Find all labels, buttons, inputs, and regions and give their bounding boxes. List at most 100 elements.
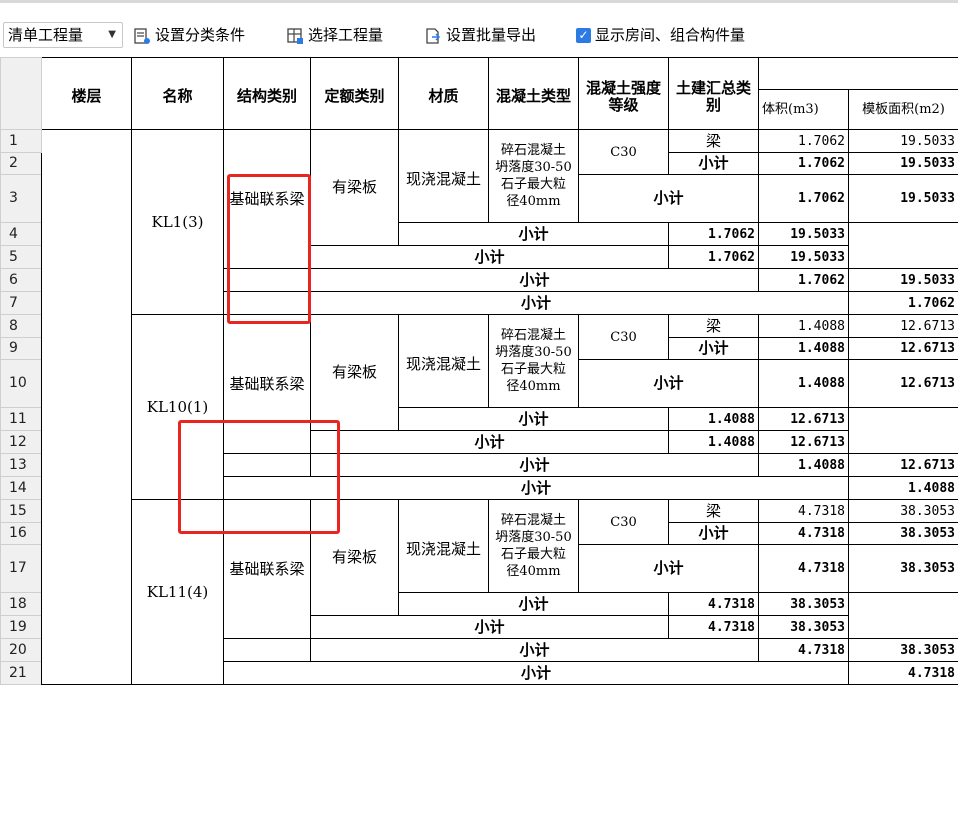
cell-summary-type[interactable]: 梁 xyxy=(668,499,759,523)
cell-subtotal-label[interactable]: 小计 xyxy=(310,453,759,477)
cell-concrete-type[interactable]: 碎石混凝土 坍落度30-50 石子最大粒径40mm xyxy=(488,314,579,408)
cell-subtotal-label[interactable]: 小计 xyxy=(310,268,759,292)
cell-volume[interactable]: 4.7318 xyxy=(758,499,849,523)
cell-name[interactable]: KL11(4) xyxy=(131,499,224,685)
cell-formwork[interactable]: 38.3053 xyxy=(848,638,958,662)
cell-subtotal-label[interactable]: 小计 xyxy=(578,359,759,408)
cell-volume[interactable]: 1.7062 xyxy=(758,268,849,292)
cell-name[interactable]: KL10(1) xyxy=(131,314,224,500)
cell-volume[interactable]: 1.7062 xyxy=(668,222,759,246)
cell-volume[interactable]: 4.7318 xyxy=(758,638,849,662)
cell-volume[interactable]: 4.7318 xyxy=(668,592,759,616)
show-rooms-checkbox[interactable]: ✓ 显示房间、组合构件量 xyxy=(576,22,745,48)
cell-concrete-grade[interactable]: C30 xyxy=(578,499,669,545)
cell-volume[interactable]: 1.4088 xyxy=(758,453,849,477)
cell-formwork[interactable]: 19.5033 xyxy=(848,129,958,153)
cell-struct-type[interactable]: 基础联系梁 xyxy=(223,314,311,454)
cell-subtotal-label[interactable]: 小计 xyxy=(578,544,759,593)
cell-subtotal-label[interactable]: 小计 xyxy=(223,661,849,685)
col-header-struct-type[interactable]: 结构类别 xyxy=(223,57,311,130)
cell-summary-type[interactable]: 梁 xyxy=(668,314,759,338)
cell-subtotal-label[interactable]: 小计 xyxy=(668,152,759,175)
batch-export-button[interactable]: 设置批量导出 xyxy=(424,22,536,48)
col-header-floor[interactable]: 楼层 xyxy=(41,57,132,130)
cell-volume[interactable]: 4.7318 xyxy=(758,522,849,545)
cell-formwork[interactable]: 19.5033 xyxy=(758,222,849,246)
cell-material[interactable]: 现浇混凝土 xyxy=(398,314,489,408)
cell-subtotal-label[interactable]: 小计 xyxy=(310,430,669,454)
cell-formwork[interactable]: 12.6713 xyxy=(848,337,958,360)
cell-struct-type[interactable]: 基础联系梁 xyxy=(223,129,311,269)
cell-material[interactable]: 现浇混凝土 xyxy=(398,129,489,223)
cell-subtotal-label[interactable]: 小计 xyxy=(668,337,759,360)
cell-struct-type-empty[interactable] xyxy=(223,638,311,662)
cell-volume[interactable]: 1.4088 xyxy=(668,430,759,454)
col-header-name[interactable]: 名称 xyxy=(131,57,224,130)
cell-struct-type-empty[interactable] xyxy=(223,268,311,292)
cell-subtotal-label[interactable]: 小计 xyxy=(310,615,669,639)
cell-formwork[interactable]: 38.3053 xyxy=(848,499,958,523)
cell-volume[interactable]: 1.7062 xyxy=(758,174,849,223)
cell-formwork[interactable]: 38.3053 xyxy=(848,544,958,593)
cell-formwork[interactable]: 12.6713 xyxy=(848,453,958,477)
cell-subtotal-label[interactable]: 小计 xyxy=(310,638,759,662)
cell-quota-type[interactable]: 有梁板 xyxy=(310,499,399,616)
col-header-concrete-type[interactable]: 混凝土类型 xyxy=(488,57,579,130)
col-header-material[interactable]: 材质 xyxy=(398,57,489,130)
cell-formwork[interactable]: 19.5033 xyxy=(848,268,958,292)
cell-concrete-type[interactable]: 碎石混凝土 坍落度30-50 石子最大粒径40mm xyxy=(488,499,579,593)
table-row[interactable]: 15 KL11(4) 基础联系梁 有梁板 现浇混凝土 碎石混凝土 坍落度30-50 石子最… xyxy=(0,499,958,685)
quantity-type-select[interactable]: 清单工程量 ▼ xyxy=(3,22,123,48)
cell-struct-type-empty[interactable] xyxy=(223,453,311,477)
set-category-button[interactable]: 设置分类条件 xyxy=(133,22,245,48)
cell-subtotal-label[interactable]: 小计 xyxy=(578,174,759,223)
cell-concrete-grade[interactable]: C30 xyxy=(578,314,669,360)
cell-subtotal-label[interactable]: 小计 xyxy=(223,291,849,315)
col-header-summary-type[interactable]: 土建汇总类别 xyxy=(668,57,759,130)
table-row[interactable]: 8 KL10(1) 基础联系梁 有梁板 现浇混凝土 碎石混凝土 坍落度30-50 石子最大… xyxy=(0,314,958,500)
cell-volume[interactable]: 1.7062 xyxy=(758,152,849,175)
cell-volume[interactable]: 1.7062 xyxy=(758,129,849,153)
cell-formwork[interactable]: 38.3053 xyxy=(758,615,849,639)
cell-concrete-type[interactable]: 碎石混凝土 坍落度30-50 石子最大粒径40mm xyxy=(488,129,579,223)
cell-material[interactable]: 现浇混凝土 xyxy=(398,499,489,593)
cell-volume[interactable]: 1.7062 xyxy=(668,245,759,269)
table-row[interactable]: 1 KL1(3) 基础联系梁 有梁板 现浇混凝土 碎石混凝土 坍落度30-50 石子最大粒… xyxy=(0,129,958,685)
cell-formwork[interactable]: 19.5033 xyxy=(848,174,958,223)
cell-formwork[interactable]: 12.6713 xyxy=(758,430,849,454)
cell-formwork[interactable]: 19.5033 xyxy=(758,245,849,269)
cell-subtotal-label[interactable]: 小计 xyxy=(668,522,759,545)
cell-name[interactable]: KL1(3) xyxy=(131,129,224,315)
cell-concrete-grade[interactable]: C30 xyxy=(578,129,669,175)
cell-subtotal-label[interactable]: 小计 xyxy=(398,222,669,246)
cell-volume[interactable]: 1.7062 xyxy=(848,291,958,315)
col-header-volume[interactable]: 体积(m3) xyxy=(758,89,849,130)
cell-floor[interactable] xyxy=(41,129,132,685)
col-header-quota-type[interactable]: 定额类别 xyxy=(310,57,399,130)
cell-subtotal-label[interactable]: 小计 xyxy=(310,245,669,269)
cell-formwork[interactable]: 19.5033 xyxy=(848,152,958,175)
cell-volume[interactable]: 1.4088 xyxy=(758,314,849,338)
cell-struct-type[interactable]: 基础联系梁 xyxy=(223,499,311,639)
cell-volume[interactable]: 1.4088 xyxy=(758,337,849,360)
cell-volume[interactable]: 1.4088 xyxy=(758,359,849,408)
cell-formwork[interactable]: 12.6713 xyxy=(758,407,849,431)
cell-subtotal-label[interactable]: 小计 xyxy=(398,592,669,616)
cell-volume[interactable]: 4.7318 xyxy=(848,661,958,685)
cell-subtotal-label[interactable]: 小计 xyxy=(398,407,669,431)
cell-volume[interactable]: 4.7318 xyxy=(758,544,849,593)
cell-quota-type[interactable]: 有梁板 xyxy=(310,129,399,246)
cell-volume[interactable]: 1.4088 xyxy=(668,407,759,431)
col-header-formwork[interactable]: 模板面积(m2) xyxy=(848,89,958,130)
cell-summary-type[interactable]: 梁 xyxy=(668,129,759,153)
cell-formwork[interactable]: 38.3053 xyxy=(848,522,958,545)
select-quantity-button[interactable]: 选择工程量 xyxy=(286,22,383,48)
cell-subtotal-label[interactable]: 小计 xyxy=(223,476,849,500)
cell-volume[interactable]: 1.4088 xyxy=(848,476,958,500)
col-header-concrete-grade[interactable]: 混凝土强度等级 xyxy=(578,57,669,130)
cell-formwork[interactable]: 38.3053 xyxy=(758,592,849,616)
cell-volume[interactable]: 4.7318 xyxy=(668,615,759,639)
cell-formwork[interactable]: 12.6713 xyxy=(848,359,958,408)
cell-formwork[interactable]: 12.6713 xyxy=(848,314,958,338)
cell-quota-type[interactable]: 有梁板 xyxy=(310,314,399,431)
